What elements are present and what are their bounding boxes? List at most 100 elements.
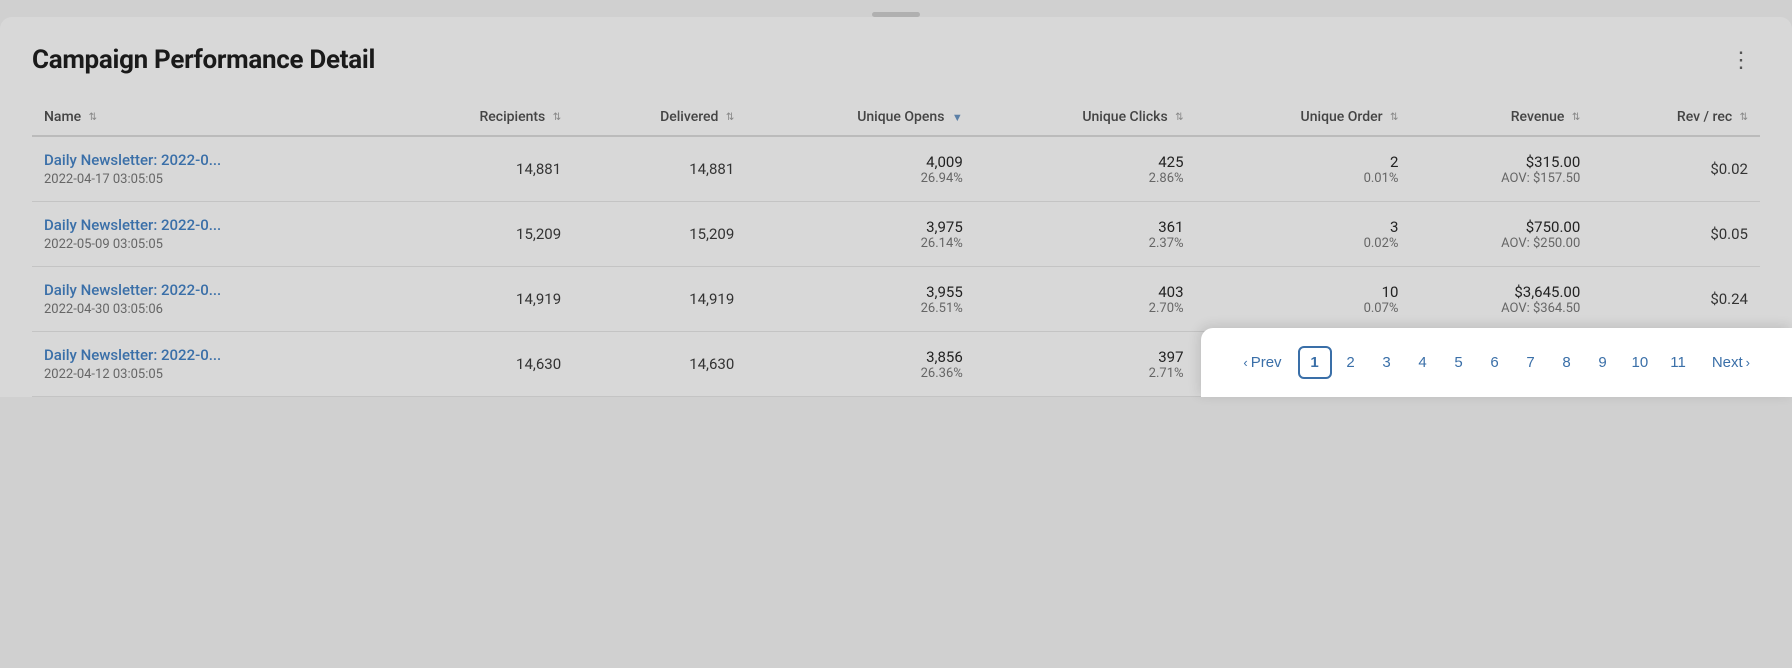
col-header-delivered[interactable]: Delivered ⇅ [573, 99, 746, 136]
col-header-unique-order[interactable]: Unique Order ⇅ [1196, 99, 1411, 136]
revenue-sub-1: AOV: $250.00 [1422, 236, 1580, 251]
cell-rev-per-rec-0: $0.02 [1592, 136, 1760, 202]
chevron-left-icon: ‹ [1243, 355, 1247, 370]
revenue-sub-2: AOV: $364.50 [1422, 301, 1580, 316]
revenue-sub-0: AOV: $157.50 [1422, 171, 1580, 186]
unique-clicks-sub-0: 2.86% [987, 171, 1184, 186]
table-row: Daily Newsletter: 2022-0... 2022-05-09 0… [32, 202, 1760, 267]
cell-name-2: Daily Newsletter: 2022-0... 2022-04-30 0… [32, 267, 387, 332]
col-header-unique-opens[interactable]: Unique Opens ▼ [746, 99, 975, 136]
campaign-link-3[interactable]: Daily Newsletter: 2022-0... [44, 346, 375, 364]
campaign-link-2[interactable]: Daily Newsletter: 2022-0... [44, 281, 375, 299]
revenue-main-1: $750.00 [1422, 218, 1580, 236]
cell-unique-order-0: 2 0.01% [1196, 136, 1411, 202]
more-options-button[interactable]: ⋮ [1722, 45, 1760, 75]
unique-clicks-main-2: 403 [987, 283, 1184, 301]
cell-name-1: Daily Newsletter: 2022-0... 2022-05-09 0… [32, 202, 387, 267]
revenue-main-0: $315.00 [1422, 153, 1580, 171]
unique-clicks-sub-3: 2.71% [987, 366, 1184, 381]
cell-unique-clicks-0: 425 2.86% [975, 136, 1196, 202]
cell-delivered-2: 14,919 [573, 267, 746, 332]
unique-opens-sub-3: 26.36% [758, 366, 963, 381]
sort-icon-recipients: ⇅ [553, 112, 561, 123]
campaign-date-1: 2022-05-09 03:05:05 [44, 237, 375, 252]
cell-unique-order-1: 3 0.02% [1196, 202, 1411, 267]
page-title: Campaign Performance Detail [32, 45, 375, 75]
panel: Campaign Performance Detail ⋮ Name ⇅ Rec… [0, 17, 1792, 397]
unique-clicks-main-3: 397 [987, 348, 1184, 366]
col-header-recipients[interactable]: Recipients ⇅ [387, 99, 573, 136]
page-button-1[interactable]: 1 [1298, 346, 1332, 379]
page-button-4[interactable]: 4 [1406, 346, 1440, 379]
revenue-main-2: $3,645.00 [1422, 283, 1580, 301]
col-header-rev-per-rec[interactable]: Rev / rec ⇅ [1592, 99, 1760, 136]
campaign-link-1[interactable]: Daily Newsletter: 2022-0... [44, 216, 375, 234]
unique-clicks-sub-2: 2.70% [987, 301, 1184, 316]
unique-opens-main-1: 3,975 [758, 218, 963, 236]
cell-recipients-0: 14,881 [387, 136, 573, 202]
col-header-name[interactable]: Name ⇅ [32, 99, 387, 136]
unique-opens-main-2: 3,955 [758, 283, 963, 301]
cell-name-0: Daily Newsletter: 2022-0... 2022-04-17 0… [32, 136, 387, 202]
cell-revenue-1: $750.00 AOV: $250.00 [1410, 202, 1592, 267]
page-button-9[interactable]: 9 [1586, 346, 1620, 379]
cell-delivered-3: 14,630 [573, 332, 746, 397]
cell-recipients-3: 14,630 [387, 332, 573, 397]
col-header-revenue[interactable]: Revenue ⇅ [1410, 99, 1592, 136]
unique-opens-sub-2: 26.51% [758, 301, 963, 316]
unique-opens-sub-1: 26.14% [758, 236, 963, 251]
unique-opens-main-0: 4,009 [758, 153, 963, 171]
campaign-date-0: 2022-04-17 03:05:05 [44, 172, 375, 187]
panel-header: Campaign Performance Detail ⋮ [32, 45, 1760, 75]
page-button-2[interactable]: 2 [1334, 346, 1368, 379]
page-button-11[interactable]: 11 [1660, 346, 1696, 379]
sort-icon-unique-opens: ▼ [952, 111, 963, 124]
unique-order-sub-2: 0.07% [1208, 301, 1399, 316]
col-header-unique-clicks[interactable]: Unique Clicks ⇅ [975, 99, 1196, 136]
cell-rev-per-rec-1: $0.05 [1592, 202, 1760, 267]
cell-recipients-1: 15,209 [387, 202, 573, 267]
sort-icon-unique-order: ⇅ [1390, 112, 1398, 123]
sort-icon-revenue: ⇅ [1572, 112, 1580, 123]
page-button-6[interactable]: 6 [1478, 346, 1512, 379]
sort-icon-rev-per-rec: ⇅ [1740, 112, 1748, 123]
cell-revenue-0: $315.00 AOV: $157.50 [1410, 136, 1592, 202]
cell-recipients-2: 14,919 [387, 267, 573, 332]
cell-delivered-1: 15,209 [573, 202, 746, 267]
page-button-3[interactable]: 3 [1370, 346, 1404, 379]
unique-order-sub-1: 0.02% [1208, 236, 1399, 251]
pagination: ‹ Prev 1234567891011 Next › [1201, 328, 1792, 397]
unique-order-sub-0: 0.01% [1208, 171, 1399, 186]
page-button-8[interactable]: 8 [1550, 346, 1584, 379]
sort-icon-unique-clicks: ⇅ [1175, 112, 1183, 123]
unique-opens-sub-0: 26.94% [758, 171, 963, 186]
prev-button[interactable]: ‹ Prev [1233, 348, 1291, 377]
unique-order-main-0: 2 [1208, 153, 1399, 171]
cell-rev-per-rec-2: $0.24 [1592, 267, 1760, 332]
cell-unique-clicks-2: 403 2.70% [975, 267, 1196, 332]
page-button-10[interactable]: 10 [1622, 346, 1659, 379]
cell-unique-clicks-1: 361 2.37% [975, 202, 1196, 267]
cell-unique-opens-0: 4,009 26.94% [746, 136, 975, 202]
campaign-link-0[interactable]: Daily Newsletter: 2022-0... [44, 151, 375, 169]
page-button-7[interactable]: 7 [1514, 346, 1548, 379]
sort-icon-delivered: ⇅ [726, 112, 734, 123]
sort-icon-name: ⇅ [89, 112, 97, 123]
next-button[interactable]: Next › [1702, 348, 1760, 377]
unique-order-main-1: 3 [1208, 218, 1399, 236]
cell-name-3: Daily Newsletter: 2022-0... 2022-04-12 0… [32, 332, 387, 397]
cell-unique-opens-1: 3,975 26.14% [746, 202, 975, 267]
page-button-5[interactable]: 5 [1442, 346, 1476, 379]
campaign-date-2: 2022-04-30 03:05:06 [44, 302, 375, 317]
unique-clicks-sub-1: 2.37% [987, 236, 1184, 251]
campaign-date-3: 2022-04-12 03:05:05 [44, 367, 375, 382]
cell-unique-opens-3: 3,856 26.36% [746, 332, 975, 397]
unique-opens-main-3: 3,856 [758, 348, 963, 366]
cell-unique-opens-2: 3,955 26.51% [746, 267, 975, 332]
cell-unique-clicks-3: 397 2.71% [975, 332, 1196, 397]
page-numbers: 1234567891011 [1298, 346, 1696, 379]
table-row: Daily Newsletter: 2022-0... 2022-04-17 0… [32, 136, 1760, 202]
unique-order-main-2: 10 [1208, 283, 1399, 301]
cell-delivered-0: 14,881 [573, 136, 746, 202]
unique-clicks-main-0: 425 [987, 153, 1184, 171]
